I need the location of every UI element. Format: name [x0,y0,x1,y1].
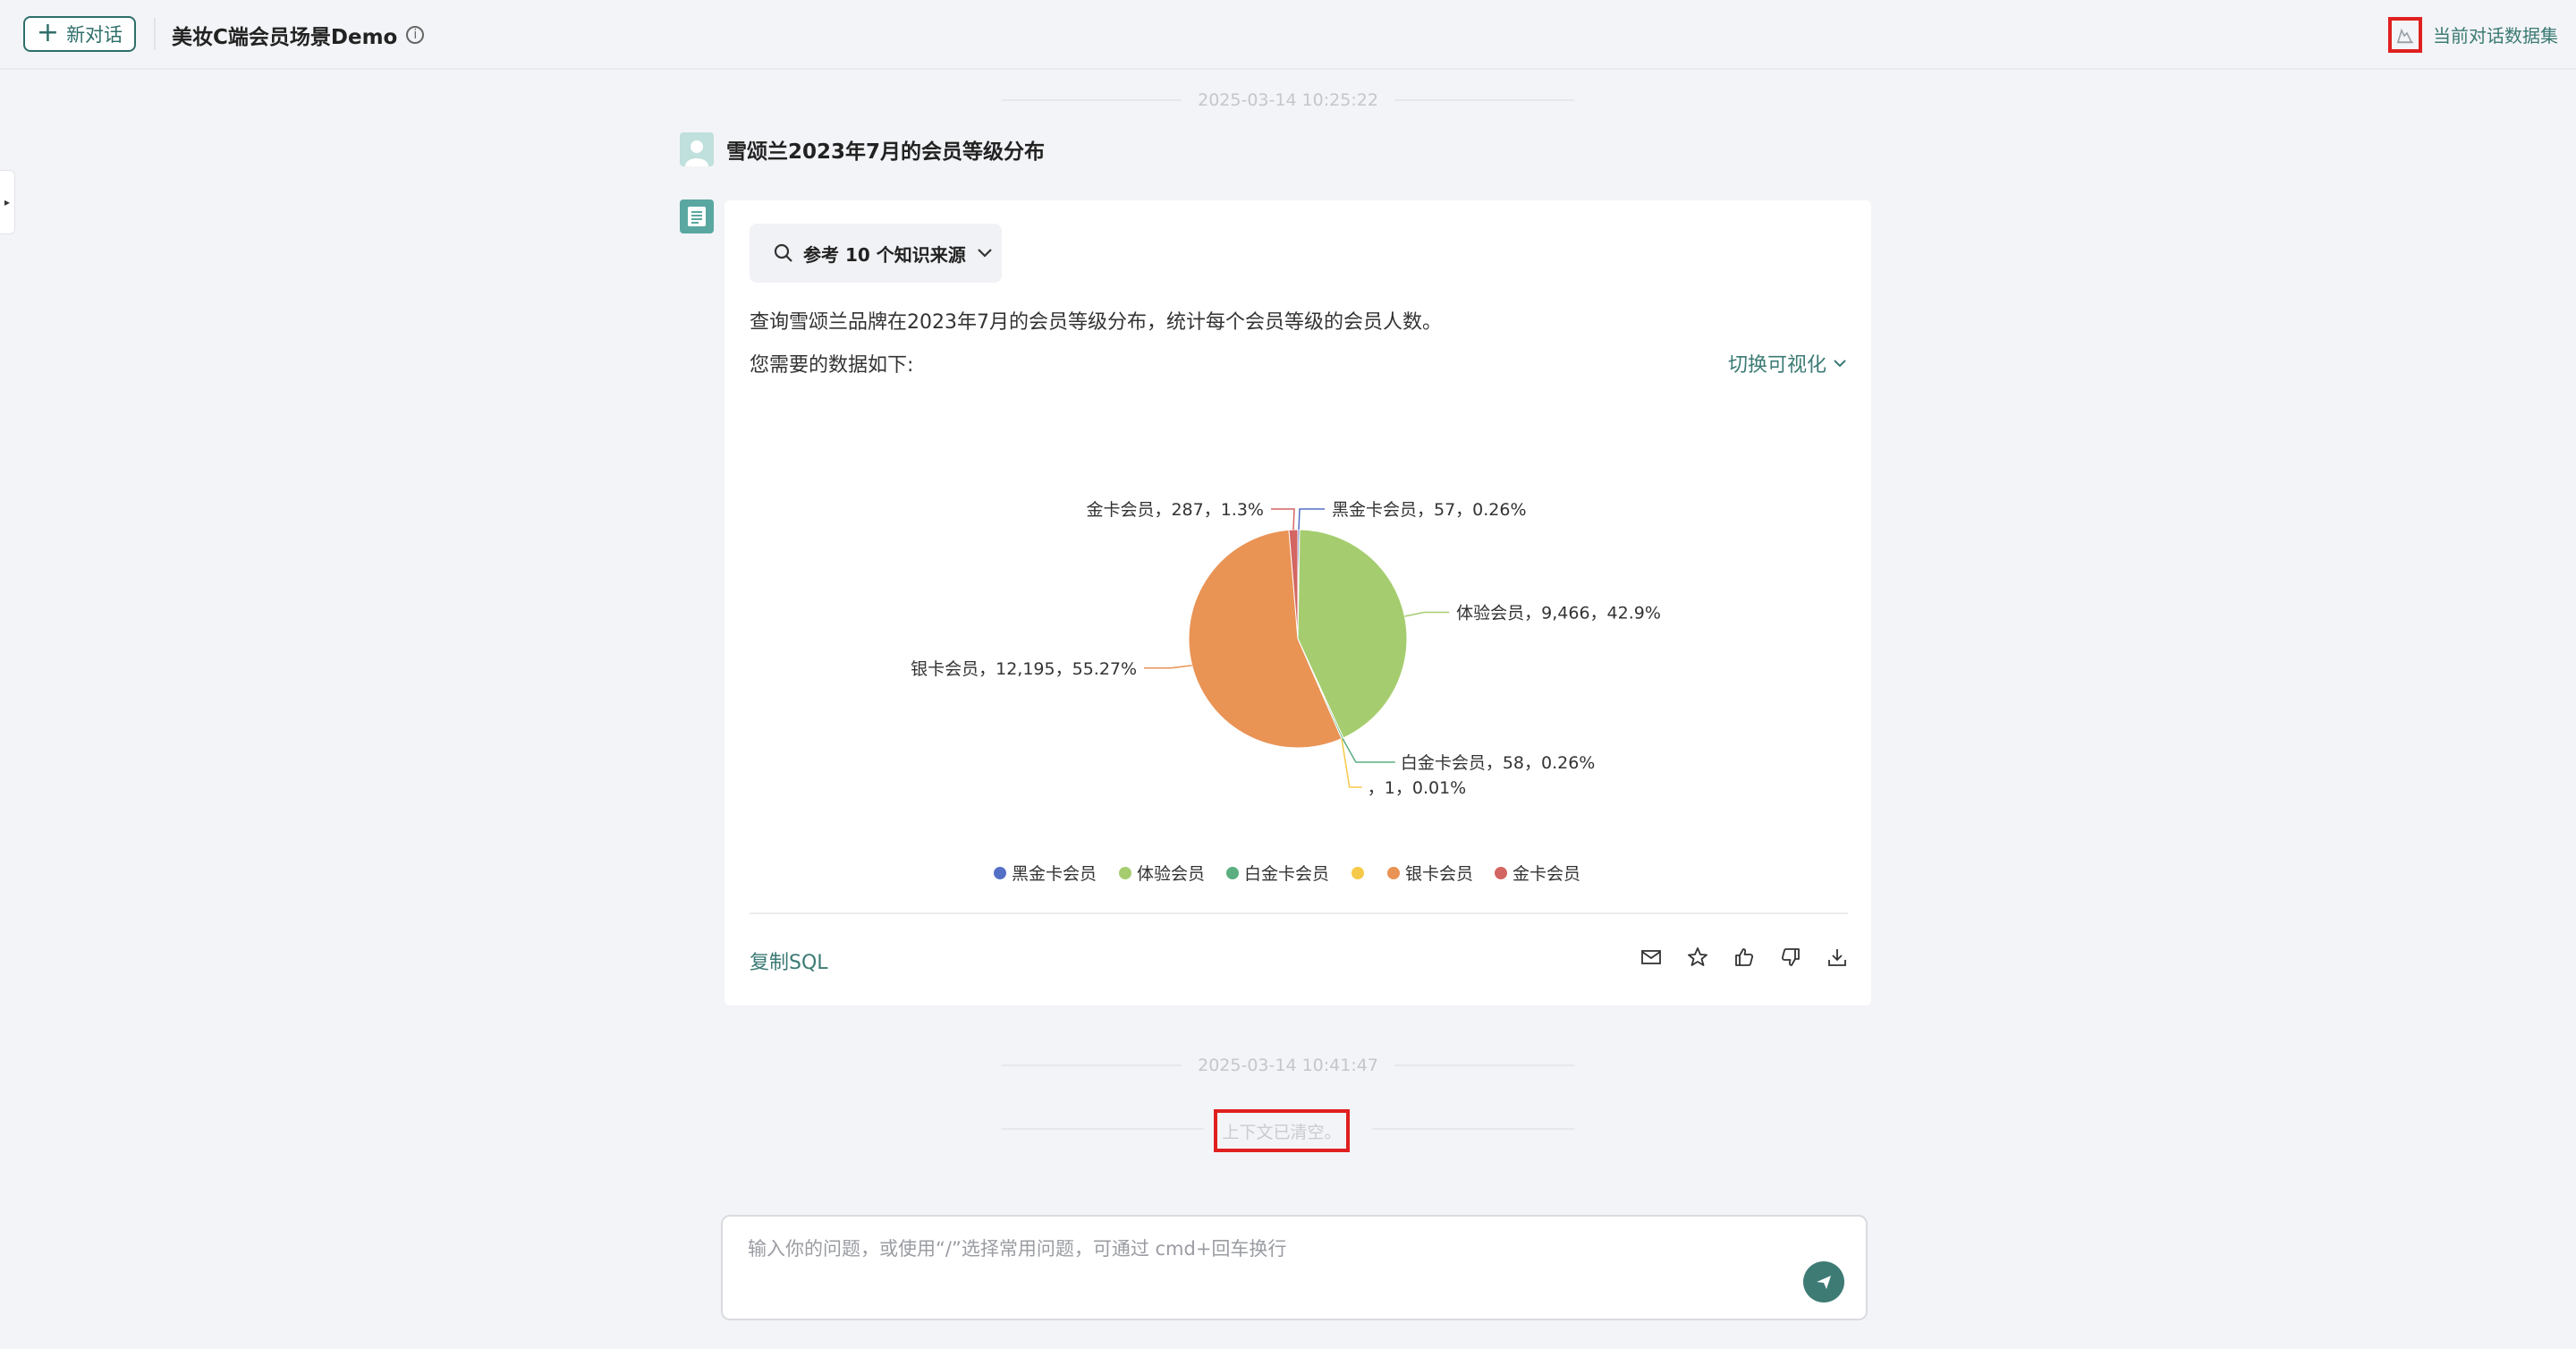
user-avatar-icon [685,140,708,166]
label-leader-line [1144,665,1192,669]
send-icon [1817,1276,1831,1289]
timestamp-divider: 2025-03-14 10:41:47 [1002,1052,1575,1079]
legend-label[interactable]: 体验会员 [1137,864,1205,884]
dataset-icon [2396,28,2413,44]
user-avatar [680,132,714,166]
references-dropdown[interactable]: 参考 10 个知识来源 [750,224,1002,283]
dislike-button[interactable] [1778,945,1803,970]
chevron-down-icon [1834,360,1846,368]
chat-input-box [721,1215,1868,1320]
new-chat-button[interactable]: + 新对话 [23,16,136,52]
sidebar-expand-toggle[interactable]: ▸ [0,170,15,234]
slice-label: 黑金卡会员，57，0.26% [1332,500,1527,520]
star-icon [1688,947,1707,966]
card-separator [750,912,1848,914]
info-icon[interactable]: i [406,26,425,44]
answer-card: 参考 10 个知识来源 查询雪颂兰品牌在2023年7月的会员等级分布，统计每个会… [724,200,1871,1005]
slice-label: 体验会员，9,466，42.9% [1456,603,1661,623]
plus-icon: + [36,16,60,48]
thumbs-down-icon [1781,948,1800,966]
send-button[interactable] [1803,1261,1844,1302]
legend-label[interactable]: 黑金卡会员 [1012,864,1097,884]
app-title-text: 美妆C端会员场景Demo [172,26,398,49]
timestamp: 2025-03-14 10:41:47 [1198,1056,1378,1075]
app-title: 美妆C端会员场景Demo i [172,20,425,50]
bot-avatar [680,199,714,233]
download-icon [1828,949,1846,966]
caret-right-icon: ▸ [4,196,11,208]
legend-marker[interactable] [994,867,1006,879]
search-icon [774,243,792,262]
context-cleared-notice: 上下文已清空。 [1214,1109,1350,1152]
chat-input[interactable] [746,1233,1778,1290]
slice-label: 金卡会员，287，1.3% [1086,500,1264,520]
legend-marker[interactable] [1119,867,1131,879]
current-dataset-link[interactable]: 当前对话数据集 [2433,21,2558,47]
slice-label: 白金卡会员，58，0.26% [1401,753,1596,773]
label-leader-line [1342,737,1395,763]
document-icon [688,207,706,226]
mail-icon [1641,950,1661,964]
references-label: 参考 10 个知识来源 [803,243,966,266]
slice-label: 银卡会员，12,195，55.27% [911,659,1137,679]
legend-marker[interactable] [1352,867,1364,879]
timestamp-divider: 2025-03-14 10:25:22 [1002,87,1575,114]
legend-marker[interactable] [1226,867,1239,879]
copy-sql-button[interactable]: 复制SQL [750,946,828,975]
chevron-down-icon [977,249,992,258]
like-button[interactable] [1732,945,1757,970]
answer-actions [1639,945,1850,970]
label-leader-line [1298,508,1325,530]
legend-marker[interactable] [1495,867,1507,879]
label-leader-line [1271,508,1295,530]
download-button[interactable] [1825,945,1850,970]
legend-label[interactable]: 白金卡会员 [1244,864,1329,884]
switch-visualization-label: 切换可视化 [1727,354,1826,377]
new-chat-label: 新对话 [66,24,123,46]
user-question: 雪颂兰2023年7月的会员等级分布 [726,140,1046,164]
data-label: 您需要的数据如下: [750,354,914,377]
legend-label[interactable]: 银卡会员 [1405,864,1473,884]
email-button[interactable] [1639,945,1664,970]
pie-chart: 黑金卡会员，57，0.26% 体验会员，9,466，42.9% 白金卡会员，58，0… [911,500,1661,884]
answer-description: 查询雪颂兰品牌在2023年7月的会员等级分布，统计每个会员等级的会员人数。 [750,311,1442,334]
top-bar: + 新对话 美妆C端会员场景Demo i 当前对话数据集 [0,0,2576,70]
label-leader-line [1404,611,1450,617]
context-cleared-text: 上下文已清空。 [1222,1122,1342,1142]
switch-visualization-button[interactable]: 切换可视化 [1728,349,1848,378]
slice-label: ，1，0.01% [1368,778,1466,798]
dataset-icon-button[interactable] [2388,17,2422,53]
legend-label[interactable]: 金卡会员 [1513,864,1580,884]
legend-marker[interactable] [1387,867,1400,879]
favorite-button[interactable] [1685,945,1710,970]
thumbs-up-icon [1735,948,1754,966]
timestamp: 2025-03-14 10:25:22 [1198,90,1378,110]
label-leader-line [1341,738,1362,788]
header-divider [154,18,156,50]
